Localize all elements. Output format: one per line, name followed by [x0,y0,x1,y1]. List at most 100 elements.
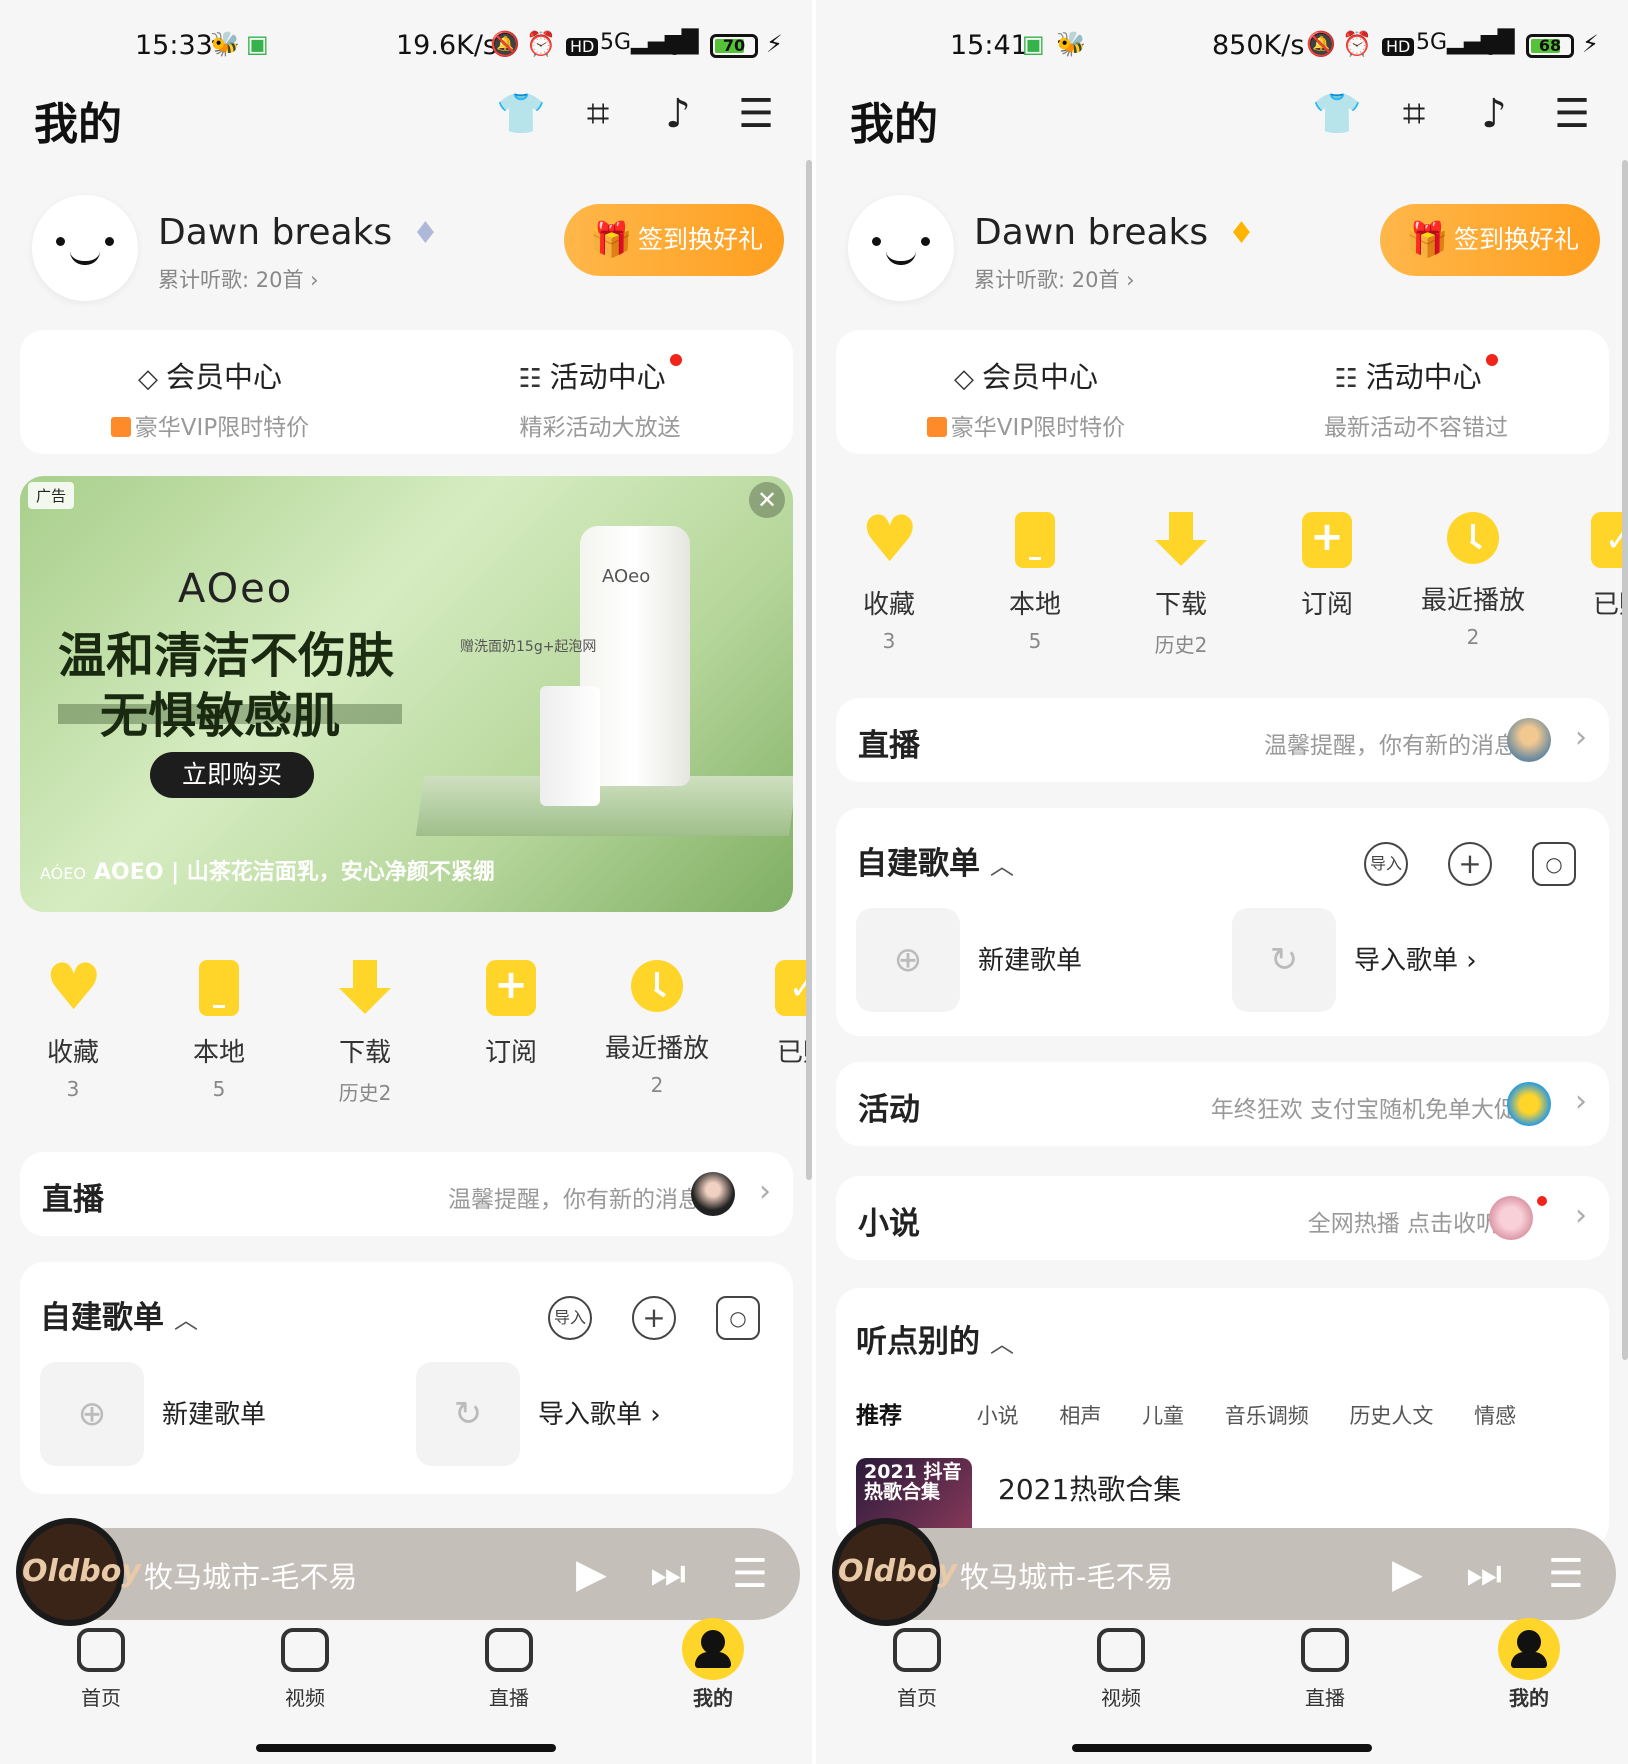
collapse-icon[interactable]: ︿ [990,1330,1014,1358]
alarm-icon: ⏰ [1342,30,1372,58]
quick-favorites[interactable]: 收藏3 [0,960,146,1101]
quick-purchased[interactable]: 已购 [1546,512,1628,629]
tshirt-icon[interactable]: 👕 [1312,92,1362,136]
import-icon[interactable]: 导入 [1364,842,1408,886]
my-playlists: 自建歌单 ︿ 导入 + ○ ⊕ 新建歌单 ↻ 导入歌单 › [20,1262,793,1494]
quick-download[interactable]: 下载 历史2 [1108,512,1254,658]
red-dot [1485,354,1498,366]
tab-children[interactable]: 儿童 [1142,1404,1184,1428]
username[interactable]: Dawn breaks [974,212,1208,253]
network-speed: 19.6K/s [396,30,497,61]
nav-live[interactable]: 直播 [454,1628,564,1711]
playlist-icon[interactable]: ☰ [732,1548,768,1600]
scan-icon[interactable]: ⌗ [1392,92,1436,136]
avatar[interactable] [848,195,954,301]
nav-home[interactable]: 首页 [862,1628,972,1711]
nav-mine[interactable]: 我的 [658,1618,768,1711]
tab-crosstalk[interactable]: 相声 [1059,1404,1101,1428]
mini-player[interactable]: Oldboy 牧马城市-毛不易 ▶ ⏭ ☰ [832,1518,1616,1626]
quick-recent[interactable]: 最近播放 2 [584,960,730,1097]
home-indicator[interactable] [256,1744,556,1752]
nav-video[interactable]: 视频 [1066,1628,1176,1711]
nav-mine[interactable]: 我的 [1474,1618,1584,1711]
scan-icon[interactable]: ⌗ [576,92,620,136]
page-title: 我的 [850,99,938,150]
clock-icon [631,960,683,1012]
status-time: 15:33 [135,30,213,61]
quick-local[interactable]: 本地 5 [962,512,1108,653]
quick-subscribe[interactable]: 订阅 [438,960,584,1077]
tab-history[interactable]: 历史人文 [1349,1404,1433,1428]
heart-icon [45,960,101,1016]
status-time: 15:41 [950,30,1028,61]
import-box-icon: ↻ [416,1362,520,1466]
nav-home[interactable]: 首页 [46,1628,156,1711]
tab-radio[interactable]: 音乐调频 [1225,1404,1309,1428]
mini-player[interactable]: Oldboy 牧马城市-毛不易 ▶ ⏭ ☰ [16,1518,800,1626]
song-title[interactable]: 2021热歌合集 [998,1468,1181,1508]
home-icon [77,1628,125,1672]
listen-count[interactable]: 累计听歌: 20首 › [158,264,319,294]
activity-row[interactable]: 活动 年终狂欢 支付宝随机免单大促 › [836,1062,1609,1146]
quick-download[interactable]: 下载 历史2 [292,960,438,1106]
novel-row[interactable]: 小说 全网热播 点击收听 › [836,1176,1609,1260]
nav-live[interactable]: 直播 [1270,1628,1380,1711]
close-icon[interactable]: ✕ [749,482,785,518]
add-icon[interactable]: + [632,1296,676,1340]
tab-emotion[interactable]: 情感 [1474,1404,1516,1428]
wifi-icon: ◔ [664,30,685,58]
menu-icon[interactable]: ☰ [734,92,778,136]
chevron-right-icon: › [759,1174,771,1209]
checkin-button[interactable]: 🎁 签到换好礼 [564,204,784,276]
scrollbar[interactable] [806,160,812,1180]
next-icon[interactable]: ⏭ [650,1548,686,1600]
collapse-icon[interactable]: ︿ [174,1306,198,1334]
heart-icon [861,512,917,568]
avatar[interactable] [32,195,138,301]
activity-thumb [1507,1082,1551,1126]
play-icon[interactable]: ▶ [1392,1548,1423,1600]
tab-recommend[interactable]: 推荐 [856,1403,936,1431]
quick-purchased[interactable]: 已购 [730,960,812,1077]
scrollbar[interactable] [1622,160,1628,1360]
activity-center[interactable]: ☷ 活动中心 最新活动不容错过 [1226,354,1606,442]
play-icon[interactable]: ▶ [576,1548,607,1600]
next-icon[interactable]: ⏭ [1466,1548,1502,1600]
add-icon[interactable]: + [1448,842,1492,886]
tab-novel[interactable]: 小说 [977,1404,1019,1428]
ad-banner[interactable]: AOeo 广告 ✕ AOeo 温和清洁不伤肤 无惧敏感肌 立即购买 赠洗面奶15… [20,476,793,912]
username[interactable]: Dawn breaks [158,212,392,253]
album-cover[interactable]: Oldboy [16,1518,141,1626]
recognize-icon[interactable]: ♪ [1472,92,1516,136]
video-icon [1097,1628,1145,1672]
quick-local[interactable]: 本地 5 [146,960,292,1101]
collapse-icon[interactable]: ︿ [990,852,1014,880]
settings-icon[interactable]: ○ [716,1296,760,1340]
recognize-icon[interactable]: ♪ [656,92,700,136]
live-avatar [1507,718,1551,762]
quick-favorites[interactable]: 收藏3 [816,512,962,653]
quick-recent[interactable]: 最近播放 2 [1400,512,1546,649]
chevron-right-icon: › [1575,1198,1587,1233]
nav-video[interactable]: 视频 [250,1628,360,1711]
live-row[interactable]: 直播 温馨提醒，你有新的消息 › [836,698,1609,782]
member-center[interactable]: ◇ 会员中心 豪华VIP限时特价 [836,354,1216,442]
tshirt-icon[interactable]: 👕 [496,92,546,136]
activity-center[interactable]: ☷ 活动中心 精彩活动大放送 [410,354,790,442]
menu-icon[interactable]: ☰ [1550,92,1594,136]
diamond-icon: ♦ [1228,216,1255,251]
bottom-nav: 首页 视频 直播 我的 [0,1618,812,1724]
member-center[interactable]: ◇ 会员中心 豪华VIP限时特价 [20,354,400,442]
home-indicator[interactable] [1072,1744,1372,1752]
album-cover[interactable]: Oldboy [832,1518,957,1626]
playlist-icon[interactable]: ☰ [1548,1548,1584,1600]
phone-icon [199,960,239,1016]
quick-access: 收藏3 本地5 下载历史2 订阅 最近播放2 已购 [816,512,1628,682]
buy-now-button[interactable]: 立即购买 [150,752,314,798]
checkin-button[interactable]: 🎁 签到换好礼 [1380,204,1600,276]
quick-subscribe[interactable]: 订阅 [1254,512,1400,629]
listen-count[interactable]: 累计听歌: 20首 › [974,264,1135,294]
live-row[interactable]: 直播 温馨提醒，你有新的消息 › [20,1152,793,1236]
settings-icon[interactable]: ○ [1532,842,1576,886]
import-icon[interactable]: 导入 [548,1296,592,1340]
